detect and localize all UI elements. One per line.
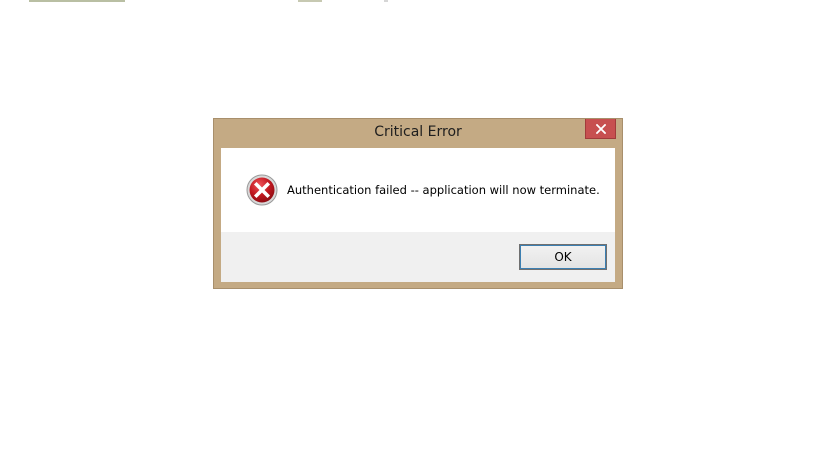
dialog-titlebar[interactable]: Critical Error [214,119,622,148]
background-window-edge [384,0,388,2]
background-window-edge [29,0,125,2]
critical-error-dialog: Critical Error Authentication failed -- … [213,118,623,289]
error-message: Authentication failed -- application wil… [287,183,600,197]
desktop: Critical Error Authentication failed -- … [0,0,819,460]
dialog-footer: OK [221,232,615,282]
ok-button[interactable]: OK [519,244,607,270]
dialog-title: Critical Error [374,124,462,140]
error-icon [246,174,278,206]
close-icon [595,123,606,134]
background-window-edge [298,0,322,2]
close-button[interactable] [585,119,616,139]
message-area: Authentication failed -- application wil… [221,148,615,232]
dialog-content: Authentication failed -- application wil… [221,148,615,282]
